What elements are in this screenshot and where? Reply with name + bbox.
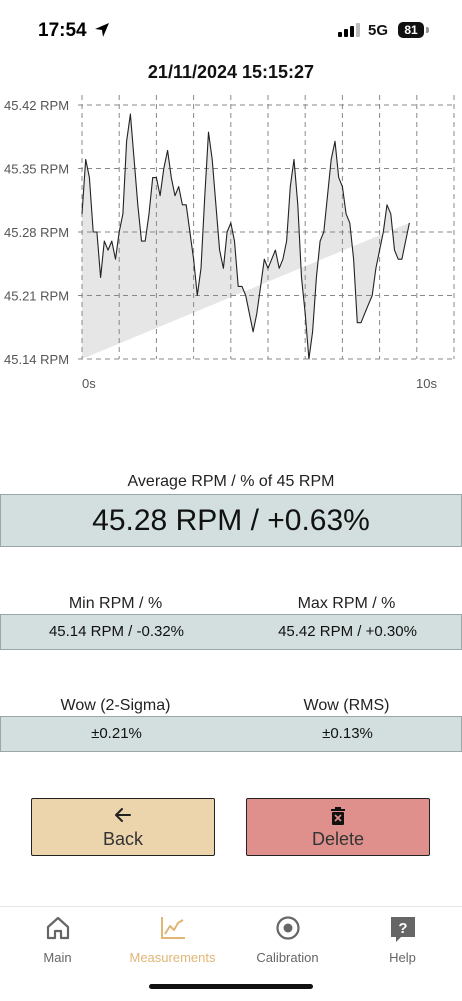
- status-time: 17:54: [38, 20, 87, 41]
- measurement-datetime: 21/11/2024 15:15:27: [147, 62, 315, 82]
- trash-icon: [247, 807, 429, 825]
- y-tick-label: 45.28 RPM: [4, 225, 69, 240]
- status-bar: 17:54 5G 81: [0, 0, 462, 60]
- min-max-box: 45.14 RPM / -0.32% 45.42 RPM / +0.30%: [0, 614, 462, 650]
- max-value: 45.42 RPM / +0.30%: [278, 623, 417, 640]
- min-value: 45.14 RPM / -0.32%: [48, 623, 185, 640]
- wow-rms-label: Wow (RMS): [303, 697, 390, 714]
- wow-box: ±0.21% ±0.13%: [0, 716, 462, 752]
- back-button-label: Back: [102, 829, 144, 849]
- y-tick-label: 45.14 RPM: [4, 352, 69, 367]
- wow-sigma-label: Wow (2-Sigma): [60, 697, 171, 714]
- tab-calibration-label: Calibration: [256, 950, 319, 965]
- average-value: 45.28 RPM / +0.63%: [0, 494, 462, 547]
- max-label: Max RPM / %: [297, 595, 396, 612]
- rpm-chart: 45.42 RPM 45.35 RPM 45.28 RPM 45.21 RPM 45.1…: [0, 92, 462, 402]
- x-tick-label: 0s: [82, 376, 96, 391]
- x-tick-label: 10s: [416, 376, 437, 391]
- home-icon: [0, 915, 115, 943]
- wow-sigma-value: ±0.21%: [91, 725, 142, 742]
- delete-button[interactable]: Delete: [246, 798, 430, 856]
- tab-main-label: Main: [43, 950, 72, 965]
- y-tick-label: 45.35 RPM: [4, 162, 69, 177]
- target-icon: [230, 915, 345, 943]
- average-label: Average RPM / % of 45 RPM: [127, 473, 335, 490]
- tab-measurements-label: Measurements: [129, 950, 216, 965]
- y-tick-label: 45.21 RPM: [4, 289, 69, 304]
- question-bubble-icon: ?: [345, 915, 460, 943]
- y-tick-label: 45.42 RPM: [4, 98, 69, 113]
- battery-tip: [426, 27, 429, 33]
- tab-calibration[interactable]: Calibration: [230, 907, 345, 977]
- home-indicator: [149, 984, 313, 989]
- tab-help[interactable]: ? Help: [345, 907, 460, 977]
- delete-button-label: Delete: [311, 829, 365, 849]
- cellular-signal-icon: [338, 23, 360, 42]
- location-arrow-icon: [94, 22, 110, 43]
- min-label: Min RPM / %: [68, 595, 163, 612]
- svg-text:?: ?: [398, 920, 407, 937]
- battery-icon: 81: [398, 22, 424, 38]
- tab-measurements[interactable]: Measurements: [115, 907, 230, 977]
- wow-rms-value: ±0.13%: [322, 725, 373, 742]
- back-button[interactable]: Back: [31, 798, 215, 856]
- chart-line-icon: [115, 915, 230, 943]
- network-type: 5G: [368, 22, 389, 39]
- arrow-left-icon: [32, 807, 214, 825]
- rpm-chart-svg: 45.42 RPM 45.35 RPM 45.28 RPM 45.21 RPM 45.1…: [4, 95, 455, 391]
- tab-help-label: Help: [389, 950, 416, 965]
- tab-main[interactable]: Main: [0, 907, 115, 977]
